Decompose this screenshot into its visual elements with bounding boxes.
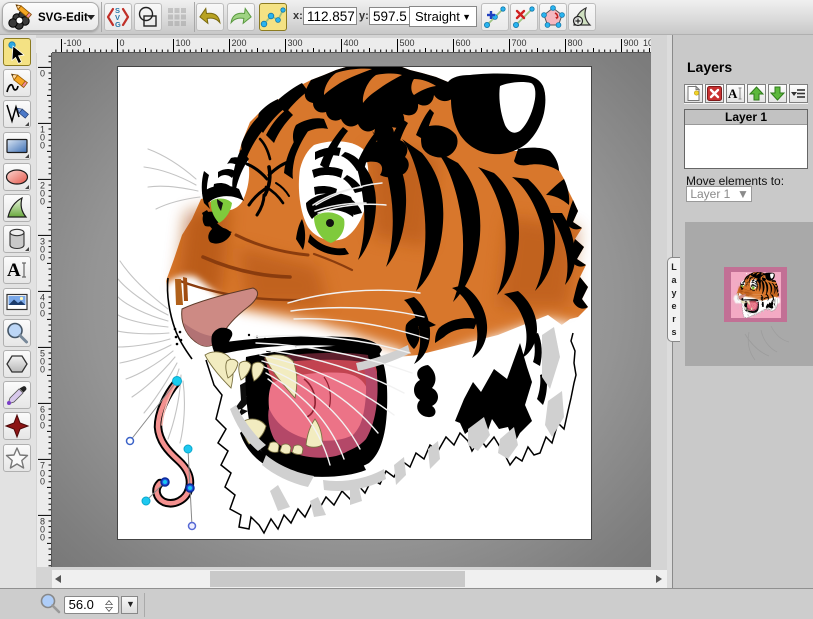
svg-text:0: 0: [40, 532, 45, 542]
svg-text:0: 0: [40, 140, 45, 150]
svg-text:0: 0: [40, 364, 45, 374]
svg-text:0: 0: [40, 252, 45, 262]
svg-text:0: 0: [40, 420, 45, 430]
svg-text:0: 0: [40, 68, 45, 78]
svg-text:0: 0: [40, 196, 45, 206]
svg-text:A: A: [7, 260, 21, 281]
svg-text:G: G: [115, 20, 121, 29]
svg-text:A: A: [728, 86, 738, 101]
svg-text:0: 0: [40, 308, 45, 318]
svg-text:0: 0: [40, 476, 45, 486]
